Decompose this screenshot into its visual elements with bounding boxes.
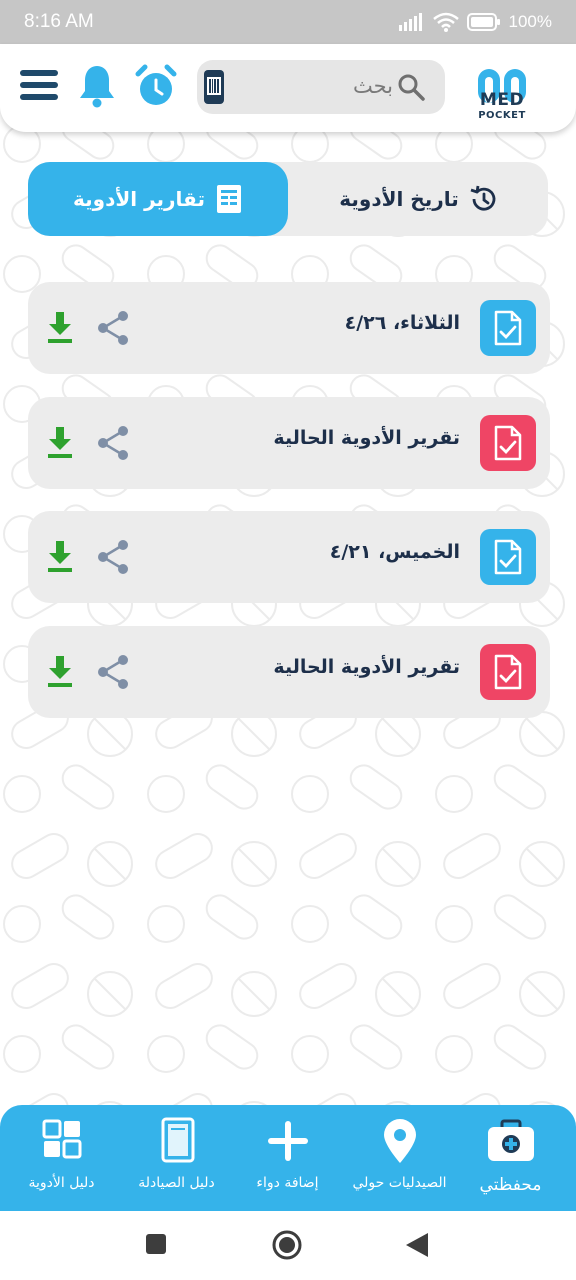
hamburger-menu-icon[interactable] <box>20 68 58 102</box>
nav-add-medication[interactable]: إضافة دواء <box>230 1105 345 1211</box>
logo-text-med: MED <box>479 90 525 110</box>
nav-medication-guide[interactable]: دليل الأدوية <box>4 1105 119 1211</box>
nav-add-medication-label: إضافة دواء <box>256 1175 319 1191</box>
battery-percent: 100% <box>508 12 552 31</box>
nav-my-wallet-label: محفظتي <box>479 1175 542 1195</box>
logo-text-pocket: POCKET <box>478 110 526 121</box>
segmented-tabs: تقارير الأدوية تاريخ الأدوية <box>28 162 548 236</box>
battery-icon <box>466 13 500 31</box>
share-icon[interactable] <box>96 425 130 461</box>
download-icon[interactable] <box>46 541 74 573</box>
tab-medication-history[interactable]: تاريخ الأدوية <box>288 162 548 236</box>
alarm-clock-icon[interactable] <box>134 64 178 108</box>
report-icon <box>216 185 241 213</box>
wifi-icon <box>432 12 459 32</box>
system-navigation-bar <box>0 1211 576 1280</box>
app-header: بحث MED POCKET <box>0 44 576 132</box>
report-title: الثلاثاء، ٤/٢٦ <box>344 312 460 334</box>
share-icon[interactable] <box>96 539 130 575</box>
back-icon[interactable] <box>404 1231 430 1259</box>
report-title: الخميس، ٤/٢١ <box>329 541 460 563</box>
location-pin-icon <box>383 1119 416 1163</box>
nav-nearby-pharmacies-label: الصيدليات حولي <box>352 1175 447 1191</box>
history-icon <box>470 185 496 211</box>
document-check-icon <box>480 529 536 585</box>
recent-apps-icon[interactable] <box>146 1234 166 1254</box>
signal-icon <box>398 13 422 31</box>
status-time: 8:16 AM <box>24 11 94 32</box>
download-icon[interactable] <box>46 312 74 344</box>
grid-icon <box>42 1119 81 1159</box>
tab-medication-history-label: تاريخ الأدوية <box>339 187 459 211</box>
nav-medication-guide-label: دليل الأدوية <box>28 1175 95 1191</box>
status-bar: 8:16 AM 100% <box>0 0 576 44</box>
search-icon[interactable] <box>397 73 425 101</box>
download-icon[interactable] <box>46 656 74 688</box>
report-card[interactable]: الخميس، ٤/٢١ <box>28 511 550 603</box>
report-card[interactable]: تقرير الأدوية الحالية <box>28 626 550 718</box>
search-placeholder: بحث <box>352 74 393 98</box>
bottom-navigation: دليل الأدوية دليل الصيادلة إضافة دواء ال… <box>0 1105 576 1211</box>
status-icons: 100% <box>398 12 552 32</box>
plus-icon <box>267 1121 308 1161</box>
nav-nearby-pharmacies[interactable]: الصيدليات حولي <box>342 1105 457 1211</box>
report-card[interactable]: تقرير الأدوية الحالية <box>28 397 550 489</box>
nav-my-wallet[interactable]: محفظتي <box>453 1105 568 1211</box>
book-icon <box>161 1117 194 1163</box>
share-icon[interactable] <box>96 310 130 346</box>
home-icon[interactable] <box>272 1230 302 1260</box>
document-check-icon <box>480 300 536 356</box>
notification-bell-icon[interactable] <box>78 64 116 108</box>
report-title: تقرير الأدوية الحالية <box>273 427 460 449</box>
document-check-icon <box>480 415 536 471</box>
medkit-icon <box>487 1119 534 1161</box>
share-icon[interactable] <box>96 654 130 690</box>
tab-medication-reports[interactable]: تقارير الأدوية <box>28 162 288 236</box>
tab-medication-reports-label: تقارير الأدوية <box>73 187 205 211</box>
search-input[interactable]: بحث <box>197 60 445 114</box>
download-icon[interactable] <box>46 427 74 459</box>
report-card[interactable]: الثلاثاء، ٤/٢٦ <box>28 282 550 374</box>
barcode-scan-icon[interactable] <box>203 69 225 105</box>
nav-pharmacist-guide[interactable]: دليل الصيادلة <box>119 1105 234 1211</box>
document-check-icon <box>480 644 536 700</box>
report-title: تقرير الأدوية الحالية <box>273 656 460 678</box>
nav-pharmacist-guide-label: دليل الصيادلة <box>138 1175 215 1191</box>
